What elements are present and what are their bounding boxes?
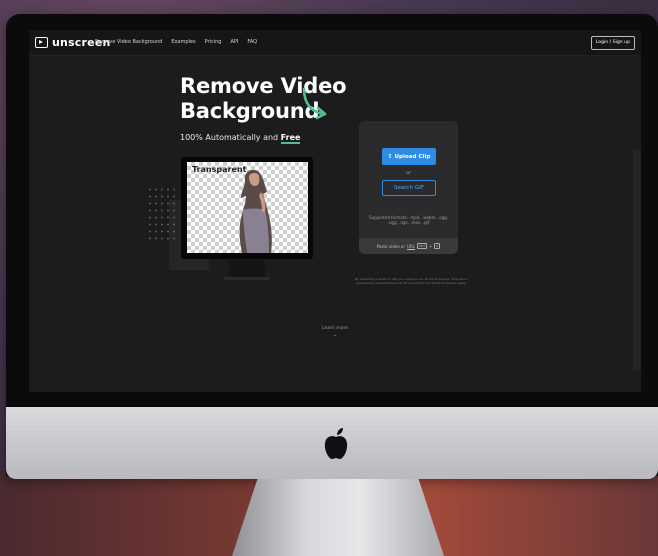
search-gif-button[interactable]: Search GIF: [382, 180, 436, 196]
nav-links: Remove Video Background Examples Pricing…: [95, 39, 266, 45]
demo-monitor: Transparent: [181, 157, 313, 259]
chevron-down-icon[interactable]: ⌄: [29, 332, 641, 338]
nav-link-faq[interactable]: FAQ: [247, 39, 257, 45]
hero-subtitle-free: Free: [280, 133, 301, 144]
supported-formats: Supported formats: .mp4, .webm, .ogg, .o…: [369, 215, 448, 225]
play-icon: [35, 37, 48, 48]
learn-more-link[interactable]: Learn more: [29, 326, 641, 331]
plus-sign: +: [428, 243, 433, 249]
v-key: v: [434, 243, 441, 249]
nav-link-remove-bg[interactable]: Remove Video Background: [95, 39, 162, 45]
top-nav: unscreen Remove Video Background Example…: [29, 30, 641, 56]
paste-bar[interactable]: Paste video or URL ctrl + v: [359, 238, 458, 254]
paste-url-link[interactable]: URL: [407, 244, 415, 249]
login-button[interactable]: Login / Sign up: [590, 36, 635, 50]
nav-link-pricing[interactable]: Pricing: [205, 39, 222, 45]
paste-label: Paste video or: [376, 243, 406, 249]
or-separator: or: [406, 171, 411, 176]
upload-card: ⇪ Upload Clip or Search GIF Supported fo…: [359, 121, 458, 254]
upload-icon: ⇪: [387, 153, 393, 160]
nav-link-api[interactable]: API: [230, 39, 238, 45]
curved-arrow-icon: [302, 87, 327, 120]
monitor-stand: [232, 479, 444, 556]
apple-icon: [324, 428, 348, 459]
browser-screen: unscreen Remove Video Background Example…: [29, 30, 641, 392]
nav-link-examples[interactable]: Examples: [171, 39, 195, 45]
demo-monitor-base: [224, 277, 270, 280]
demo-monitor-stand: [229, 260, 265, 278]
upload-clip-label: Upload Clip: [394, 153, 431, 160]
terms-notice: By uploading a video or URL you agree to…: [355, 277, 467, 286]
woman-cutout-image: [239, 170, 272, 253]
decorative-dots: [147, 186, 177, 244]
hero-subtitle-text: 100% Automatically and: [180, 133, 279, 142]
hero-subtitle: 100% Automatically and Free: [180, 133, 301, 144]
ctrl-key: ctrl: [416, 243, 427, 249]
transparent-preview: Transparent: [187, 162, 308, 253]
upload-clip-button[interactable]: ⇪ Upload Clip: [382, 148, 436, 165]
